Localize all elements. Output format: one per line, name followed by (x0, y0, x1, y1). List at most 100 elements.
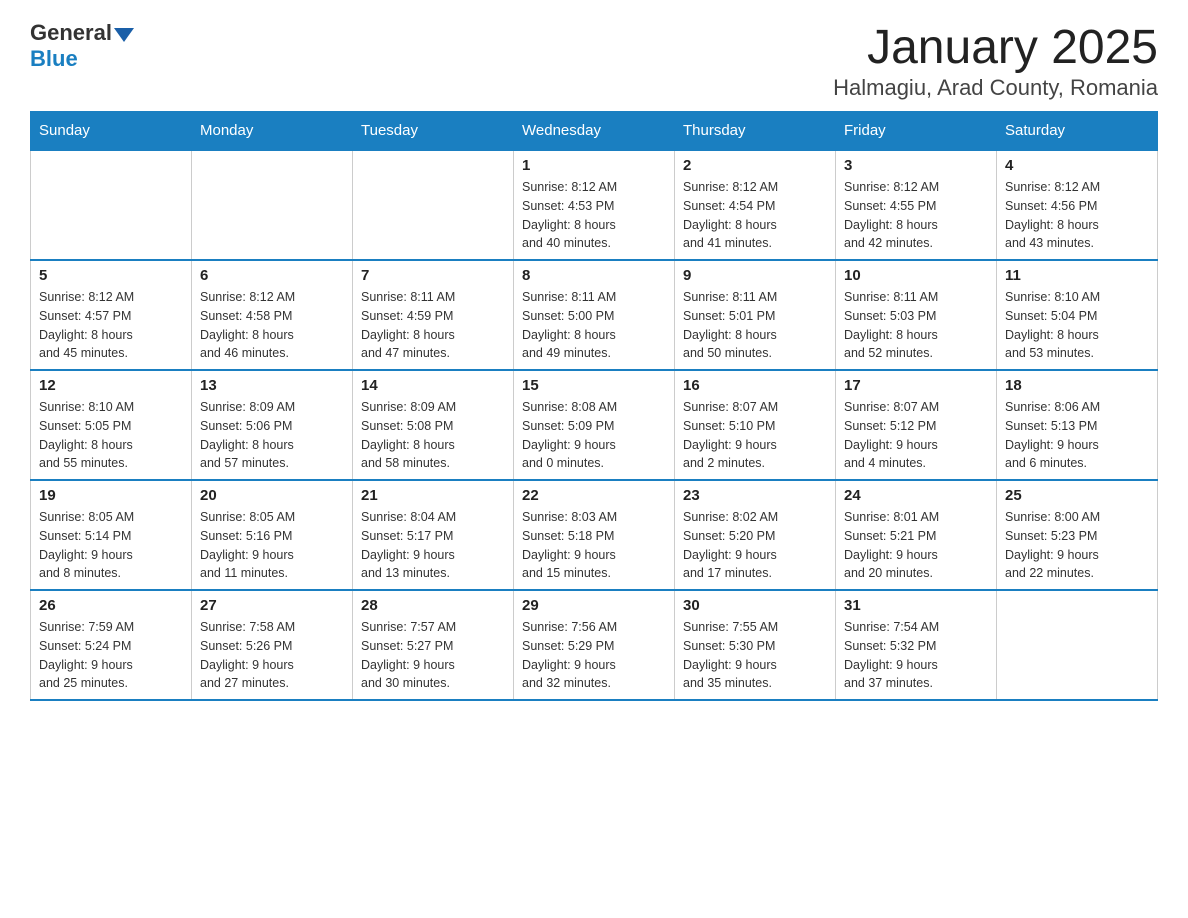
day-number: 22 (522, 487, 666, 504)
day-number: 17 (844, 377, 988, 394)
day-info: Sunrise: 8:04 AM Sunset: 5:17 PM Dayligh… (361, 508, 505, 583)
day-info: Sunrise: 8:00 AM Sunset: 5:23 PM Dayligh… (1005, 508, 1149, 583)
day-number: 6 (200, 267, 344, 284)
day-info: Sunrise: 8:05 AM Sunset: 5:16 PM Dayligh… (200, 508, 344, 583)
day-number: 9 (683, 267, 827, 284)
logo-general-text: General (30, 20, 112, 46)
day-number: 10 (844, 267, 988, 284)
calendar-cell: 16 Sunrise: 8:07 AM Sunset: 5:10 PM Dayli… (675, 370, 836, 480)
calendar-cell (192, 150, 353, 260)
calendar-cell: 18 Sunrise: 8:06 AM Sunset: 5:13 PM Dayli… (997, 370, 1158, 480)
day-number: 15 (522, 377, 666, 394)
day-info: Sunrise: 8:09 AM Sunset: 5:06 PM Dayligh… (200, 398, 344, 473)
page-header: General Blue January 2025 Halmagiu, Arad… (30, 20, 1158, 101)
calendar-header-saturday: Saturday (997, 112, 1158, 151)
calendar-cell: 11Sunrise: 8:10 AM Sunset: 5:04 PM Dayli… (997, 260, 1158, 370)
day-info: Sunrise: 8:06 AM Sunset: 5:13 PM Dayligh… (1005, 398, 1149, 473)
logo-blue-text: Blue (30, 46, 78, 72)
day-info: Sunrise: 8:07 AM Sunset: 5:12 PM Dayligh… (844, 398, 988, 473)
calendar-cell: 14Sunrise: 8:09 AM Sunset: 5:08 PM Dayli… (353, 370, 514, 480)
calendar-title-block: January 2025 Halmagiu, Arad County, Roma… (833, 20, 1158, 101)
calendar-subtitle: Halmagiu, Arad County, Romania (833, 75, 1158, 101)
day-info: Sunrise: 8:10 AM Sunset: 5:04 PM Dayligh… (1005, 288, 1149, 363)
day-number: 16 (683, 377, 827, 394)
day-number: 12 (39, 377, 183, 394)
day-info: Sunrise: 8:08 AM Sunset: 5:09 PM Dayligh… (522, 398, 666, 473)
calendar-cell: 19Sunrise: 8:05 AM Sunset: 5:14 PM Dayli… (31, 480, 192, 590)
calendar-cell: 2 Sunrise: 8:12 AM Sunset: 4:54 PM Daylig… (675, 150, 836, 260)
calendar-title: January 2025 (833, 20, 1158, 75)
calendar-header-tuesday: Tuesday (353, 112, 514, 151)
calendar-header-wednesday: Wednesday (514, 112, 675, 151)
calendar-header-monday: Monday (192, 112, 353, 151)
day-info: Sunrise: 8:12 AM Sunset: 4:54 PM Dayligh… (683, 178, 827, 253)
day-number: 3 (844, 157, 988, 174)
day-number: 13 (200, 377, 344, 394)
day-number: 26 (39, 597, 183, 614)
calendar-cell: 8 Sunrise: 8:11 AM Sunset: 5:00 PM Daylig… (514, 260, 675, 370)
day-info: Sunrise: 8:12 AM Sunset: 4:58 PM Dayligh… (200, 288, 344, 363)
day-number: 4 (1005, 157, 1149, 174)
day-info: Sunrise: 8:11 AM Sunset: 5:01 PM Dayligh… (683, 288, 827, 363)
day-number: 18 (1005, 377, 1149, 394)
day-number: 19 (39, 487, 183, 504)
day-info: Sunrise: 7:57 AM Sunset: 5:27 PM Dayligh… (361, 618, 505, 693)
calendar-cell: 15 Sunrise: 8:08 AM Sunset: 5:09 PM Dayli… (514, 370, 675, 480)
calendar-cell: 29Sunrise: 7:56 AM Sunset: 5:29 PM Dayli… (514, 590, 675, 700)
calendar-cell: 10 Sunrise: 8:11 AM Sunset: 5:03 PM Dayli… (836, 260, 997, 370)
calendar-header-row: SundayMondayTuesdayWednesdayThursdayFrid… (31, 112, 1158, 151)
day-number: 21 (361, 487, 505, 504)
day-info: Sunrise: 8:10 AM Sunset: 5:05 PM Dayligh… (39, 398, 183, 473)
calendar-cell: 7 Sunrise: 8:11 AM Sunset: 4:59 PM Daylig… (353, 260, 514, 370)
calendar-table: SundayMondayTuesdayWednesdayThursdayFrid… (30, 111, 1158, 701)
day-info: Sunrise: 8:11 AM Sunset: 5:03 PM Dayligh… (844, 288, 988, 363)
day-info: Sunrise: 7:58 AM Sunset: 5:26 PM Dayligh… (200, 618, 344, 693)
day-info: Sunrise: 8:02 AM Sunset: 5:20 PM Dayligh… (683, 508, 827, 583)
calendar-cell: 13 Sunrise: 8:09 AM Sunset: 5:06 PM Dayli… (192, 370, 353, 480)
day-number: 24 (844, 487, 988, 504)
calendar-cell: 20Sunrise: 8:05 AM Sunset: 5:16 PM Dayli… (192, 480, 353, 590)
calendar-week-row: 12 Sunrise: 8:10 AM Sunset: 5:05 PM Dayli… (31, 370, 1158, 480)
day-info: Sunrise: 8:01 AM Sunset: 5:21 PM Dayligh… (844, 508, 988, 583)
day-info: Sunrise: 8:11 AM Sunset: 4:59 PM Dayligh… (361, 288, 505, 363)
calendar-cell: 31 Sunrise: 7:54 AM Sunset: 5:32 PM Dayli… (836, 590, 997, 700)
calendar-cell (353, 150, 514, 260)
calendar-week-row: 26 Sunrise: 7:59 AM Sunset: 5:24 PM Dayli… (31, 590, 1158, 700)
calendar-cell: 23Sunrise: 8:02 AM Sunset: 5:20 PM Dayli… (675, 480, 836, 590)
day-number: 7 (361, 267, 505, 284)
calendar-cell: 4 Sunrise: 8:12 AM Sunset: 4:56 PM Daylig… (997, 150, 1158, 260)
day-number: 29 (522, 597, 666, 614)
day-info: Sunrise: 7:59 AM Sunset: 5:24 PM Dayligh… (39, 618, 183, 693)
calendar-cell: 25 Sunrise: 8:00 AM Sunset: 5:23 PM Dayli… (997, 480, 1158, 590)
day-info: Sunrise: 8:12 AM Sunset: 4:55 PM Dayligh… (844, 178, 988, 253)
day-info: Sunrise: 7:54 AM Sunset: 5:32 PM Dayligh… (844, 618, 988, 693)
day-info: Sunrise: 8:11 AM Sunset: 5:00 PM Dayligh… (522, 288, 666, 363)
day-number: 2 (683, 157, 827, 174)
calendar-cell: 28Sunrise: 7:57 AM Sunset: 5:27 PM Dayli… (353, 590, 514, 700)
calendar-cell: 9 Sunrise: 8:11 AM Sunset: 5:01 PM Daylig… (675, 260, 836, 370)
day-number: 14 (361, 377, 505, 394)
calendar-cell: 26 Sunrise: 7:59 AM Sunset: 5:24 PM Dayli… (31, 590, 192, 700)
calendar-cell: 17 Sunrise: 8:07 AM Sunset: 5:12 PM Dayli… (836, 370, 997, 480)
day-info: Sunrise: 7:55 AM Sunset: 5:30 PM Dayligh… (683, 618, 827, 693)
logo: General Blue (30, 20, 134, 72)
logo-triangle-icon (114, 28, 134, 42)
calendar-cell (31, 150, 192, 260)
calendar-cell: 24 Sunrise: 8:01 AM Sunset: 5:21 PM Dayli… (836, 480, 997, 590)
day-number: 1 (522, 157, 666, 174)
calendar-cell: 5Sunrise: 8:12 AM Sunset: 4:57 PM Daylig… (31, 260, 192, 370)
calendar-cell: 30Sunrise: 7:55 AM Sunset: 5:30 PM Dayli… (675, 590, 836, 700)
calendar-cell: 1Sunrise: 8:12 AM Sunset: 4:53 PM Daylig… (514, 150, 675, 260)
day-info: Sunrise: 8:03 AM Sunset: 5:18 PM Dayligh… (522, 508, 666, 583)
day-number: 8 (522, 267, 666, 284)
day-number: 27 (200, 597, 344, 614)
day-info: Sunrise: 8:07 AM Sunset: 5:10 PM Dayligh… (683, 398, 827, 473)
calendar-header-friday: Friday (836, 112, 997, 151)
day-info: Sunrise: 8:12 AM Sunset: 4:57 PM Dayligh… (39, 288, 183, 363)
day-number: 25 (1005, 487, 1149, 504)
calendar-week-row: 1Sunrise: 8:12 AM Sunset: 4:53 PM Daylig… (31, 150, 1158, 260)
day-info: Sunrise: 8:12 AM Sunset: 4:56 PM Dayligh… (1005, 178, 1149, 253)
day-number: 31 (844, 597, 988, 614)
calendar-cell (997, 590, 1158, 700)
calendar-cell: 21 Sunrise: 8:04 AM Sunset: 5:17 PM Dayli… (353, 480, 514, 590)
